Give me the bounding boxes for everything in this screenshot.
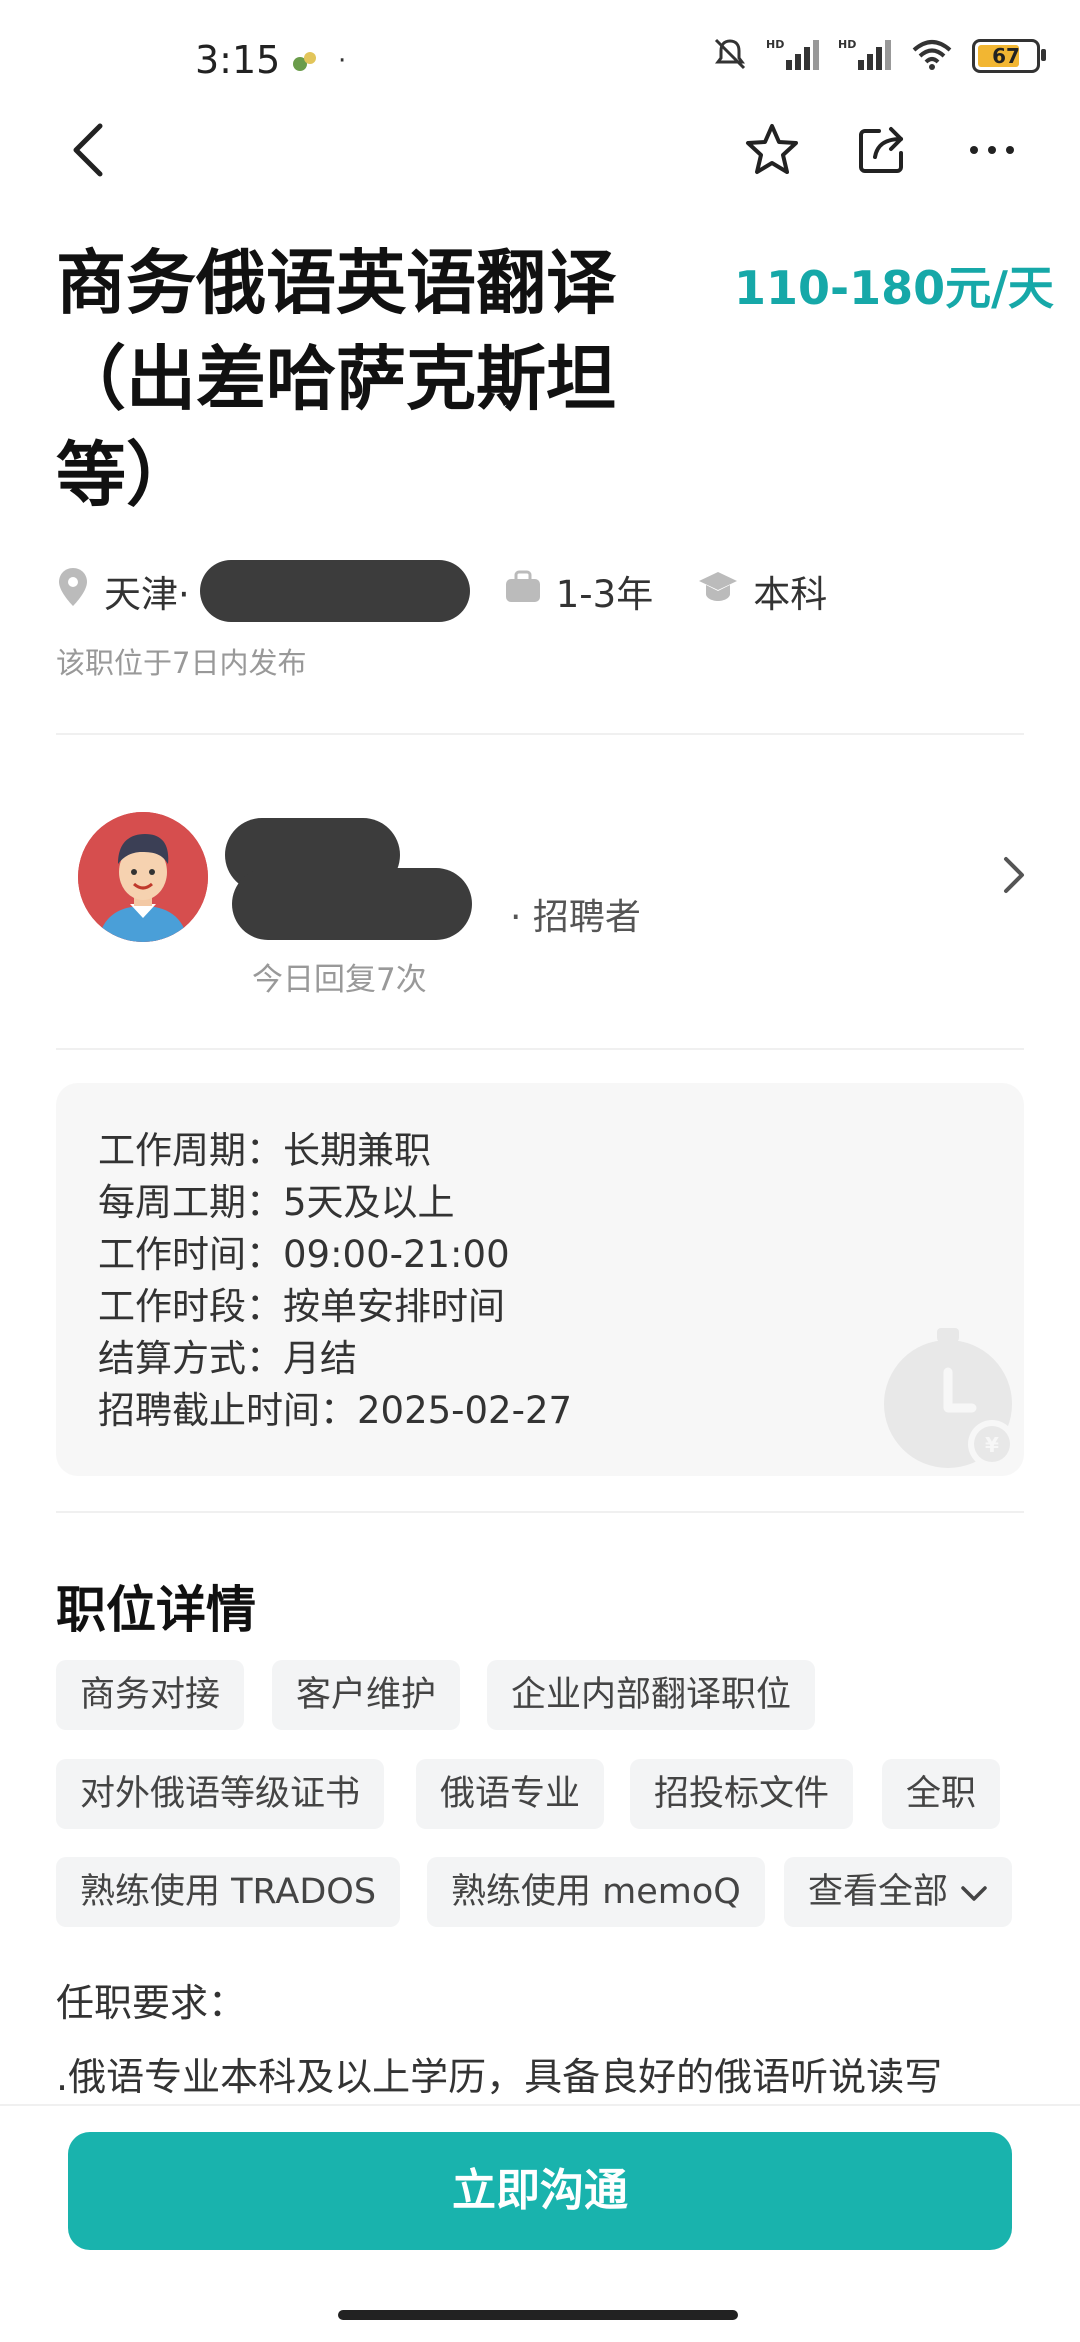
recruiter-role: · 招聘者 <box>510 897 641 938</box>
battery-level: 67 <box>992 44 1020 68</box>
tag: 对外俄语等级证书 <box>56 1759 385 1829</box>
divider <box>56 733 1024 735</box>
view-all-button[interactable]: 查看全部 <box>784 1857 1013 1927</box>
tag: 招投标文件 <box>630 1759 854 1829</box>
briefcase-icon <box>504 570 542 613</box>
svg-text:HD: HD <box>838 38 856 51</box>
info-line-deadline: 招聘截止时间：2025-02-27 <box>98 1389 573 1432</box>
tag: 商务对接 <box>56 1660 245 1730</box>
divider <box>56 1048 1024 1050</box>
notification-app-icon <box>290 46 320 80</box>
share-icon[interactable] <box>850 118 914 182</box>
info-line-period: 工作周期：长期兼职 <box>98 1129 431 1172</box>
more-icon[interactable] <box>960 118 1024 182</box>
job-title: 商务俄语英语翻译（出差哈萨克斯坦等） <box>56 242 616 516</box>
section-title-details: 职位详情 <box>56 1581 256 1639</box>
bell-muted-icon <box>712 36 748 76</box>
posted-time: 该职位于7日内发布 <box>56 646 307 680</box>
chevron-right-icon[interactable] <box>1002 855 1026 899</box>
chevron-down-icon <box>960 1857 988 1927</box>
home-indicator[interactable] <box>338 2310 738 2320</box>
redacted-address <box>199 560 470 622</box>
job-meta: 天津· 1-3年 本科 <box>56 560 827 622</box>
tag: 俄语专业 <box>416 1759 605 1829</box>
info-lines: 工作周期：长期兼职 每周工期：5天及以上 工作时间：09:00-21:00 工作… <box>98 1125 572 1437</box>
star-icon[interactable] <box>740 118 804 182</box>
tag: 客户维护 <box>272 1660 461 1730</box>
education-text: 本科 <box>753 573 828 616</box>
tag: 企业内部翻译职位 <box>487 1660 816 1730</box>
info-line-settlement: 结算方式：月结 <box>98 1337 357 1380</box>
svg-text:¥: ¥ <box>985 1433 999 1457</box>
education: 本科 <box>697 564 827 618</box>
job-info-box: 工作周期：长期兼职 每周工期：5天及以上 工作时间：09:00-21:00 工作… <box>56 1083 1024 1476</box>
divider <box>56 1511 1024 1513</box>
avatar <box>78 812 208 942</box>
hd-signal-icon: HD <box>766 36 820 76</box>
reply-count: 今日回复7次 <box>252 962 427 998</box>
location: 天津· <box>56 560 470 622</box>
hd-signal-icon: HD <box>838 36 892 76</box>
graduation-cap-icon <box>697 570 739 613</box>
location-city: 天津· <box>104 573 190 616</box>
svg-text:HD: HD <box>766 38 784 51</box>
view-all-label: 查看全部 <box>808 1872 949 1912</box>
experience: 1-3年 <box>504 564 653 618</box>
tag: 熟练使用 memoQ <box>427 1857 765 1927</box>
battery-icon: 67 <box>972 39 1046 73</box>
status-time: 3:15 <box>195 38 281 82</box>
status-icons: HD HD 67 <box>712 36 1046 76</box>
requirements-label: 任职要求： <box>56 1981 247 2025</box>
info-line-days: 每周工期：5天及以上 <box>98 1181 455 1224</box>
tag: 全职 <box>882 1759 1001 1829</box>
salary: 110-180元/天 <box>734 261 1054 315</box>
info-line-hours: 工作时间：09:00-21:00 <box>98 1233 510 1276</box>
back-icon[interactable] <box>56 118 120 182</box>
wifi-icon <box>910 36 954 76</box>
chat-now-button[interactable]: 立即沟通 <box>68 2132 1012 2250</box>
location-pin-icon <box>56 566 90 617</box>
experience-text: 1-3年 <box>555 573 654 616</box>
tag: 熟练使用 TRADOS <box>56 1857 401 1927</box>
redacted-company <box>232 868 472 940</box>
info-line-slot: 工作时段：按单安排时间 <box>98 1285 505 1328</box>
status-dot: · <box>338 46 347 76</box>
clock-yuan-icon: ¥ <box>882 1322 1022 1476</box>
requirements-text: .俄语专业本科及以上学历，具备良好的俄语听说读写 <box>56 2055 943 2099</box>
